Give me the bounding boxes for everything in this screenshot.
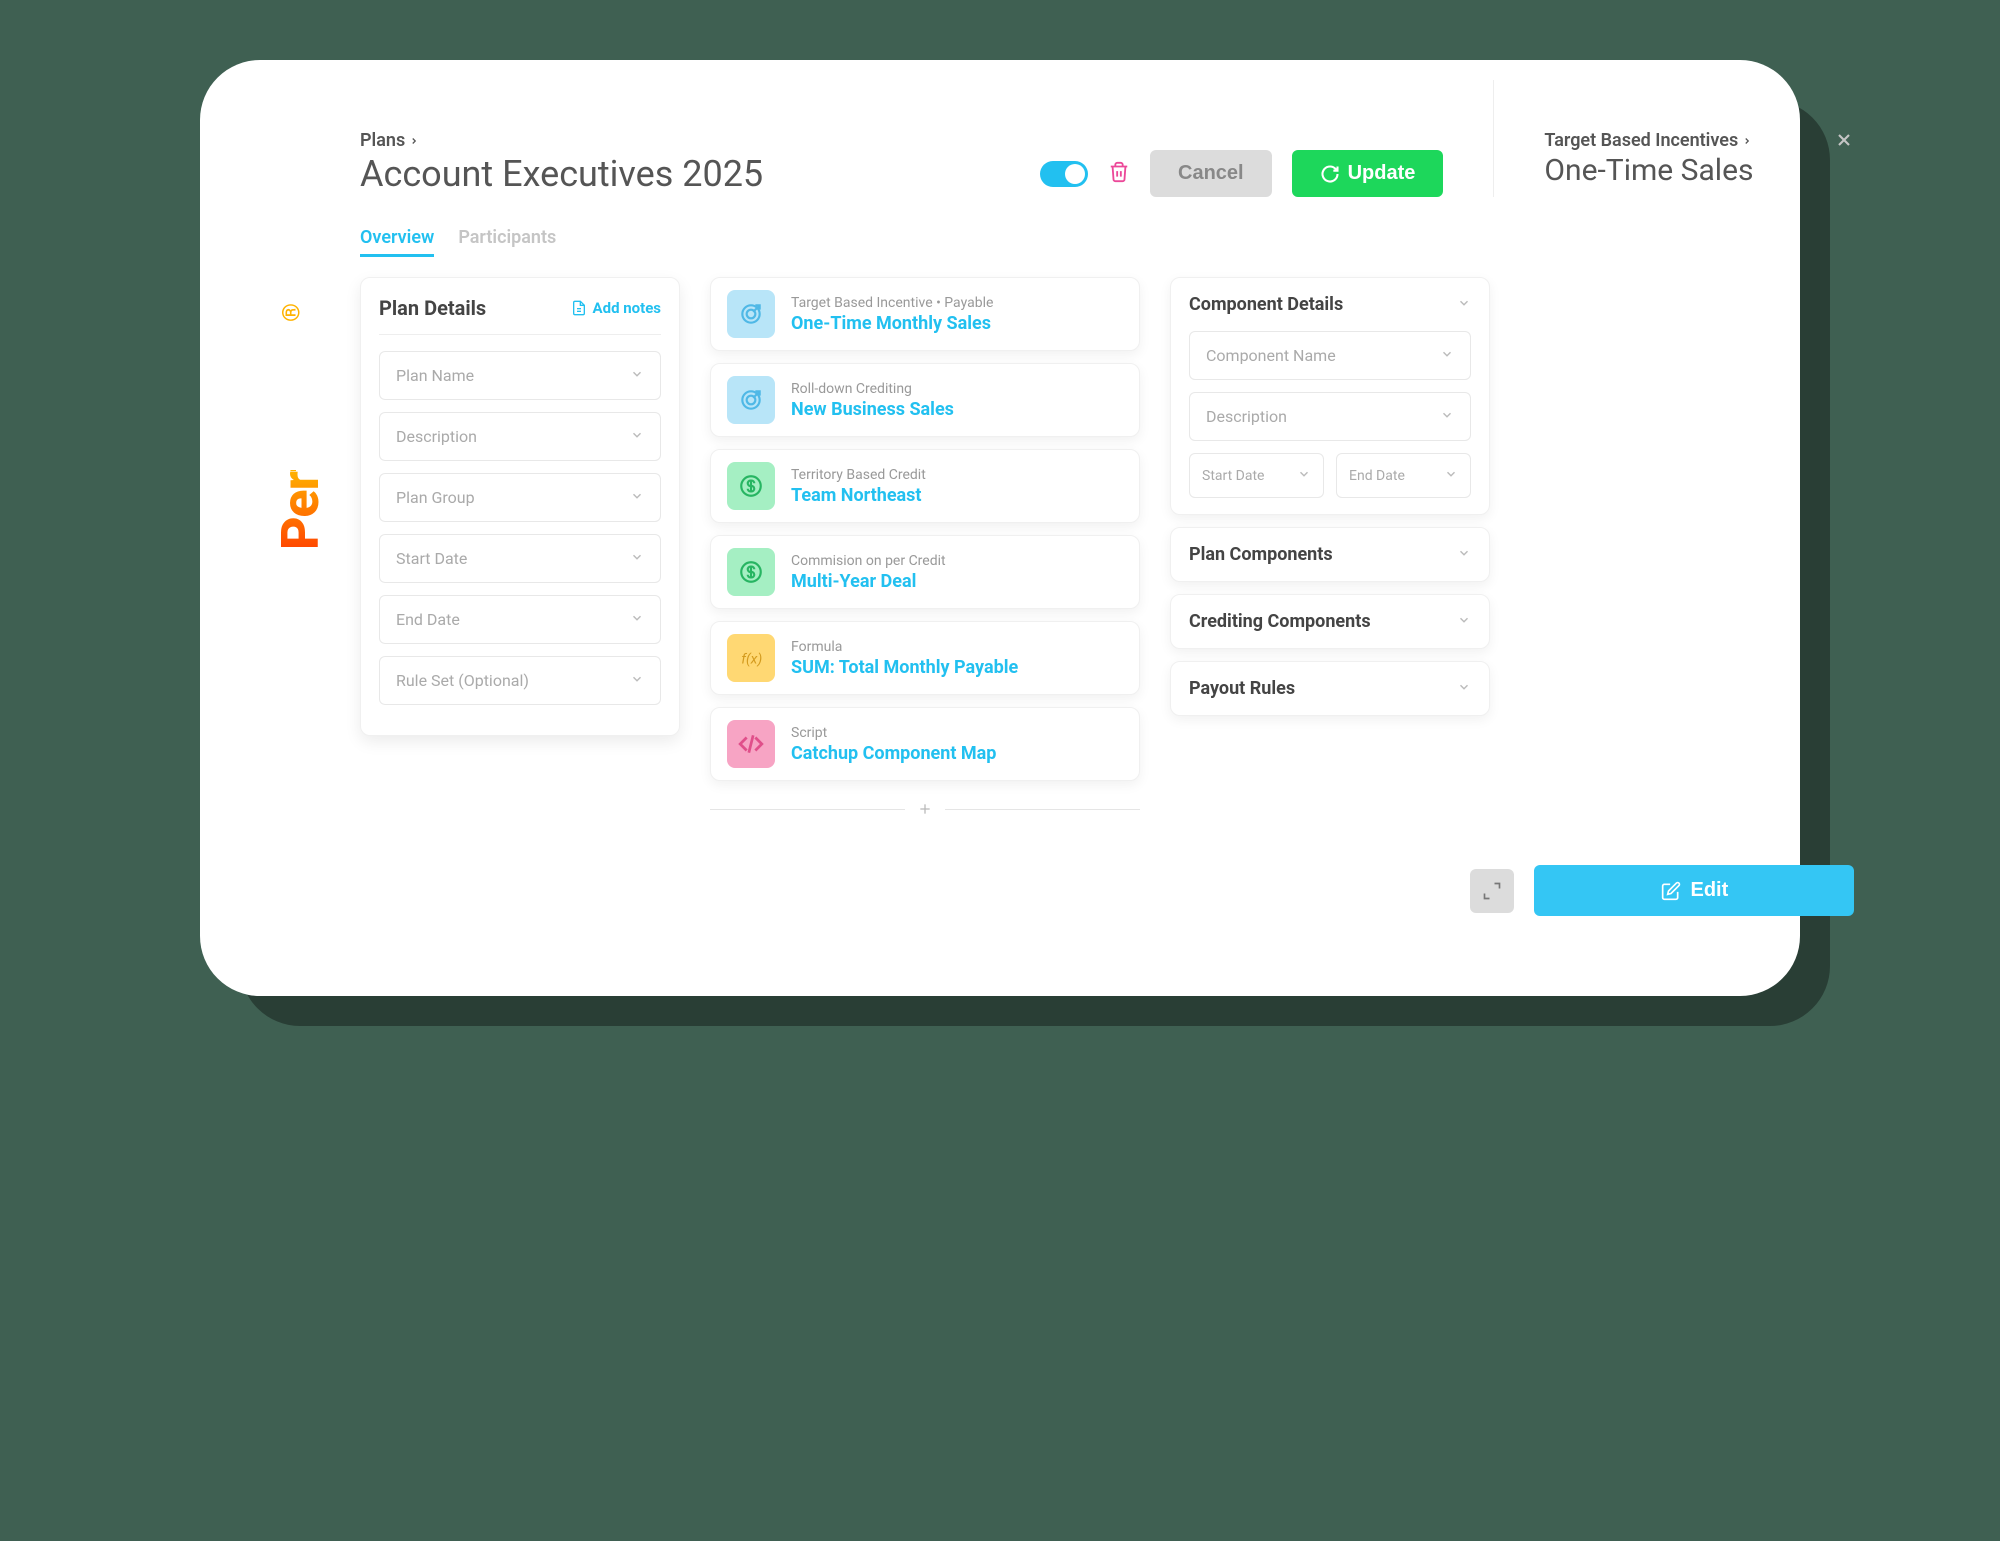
delete-button[interactable]: [1108, 161, 1130, 187]
chevron-down-icon: [1440, 347, 1454, 361]
edit-button[interactable]: Edit: [1534, 865, 1854, 916]
component-meta: Territory Based Credit: [791, 467, 926, 483]
edit-icon: [1661, 881, 1681, 901]
page-title: Account Executives 2025: [360, 153, 1000, 195]
field-label: Plan Name: [396, 366, 474, 385]
target-icon: [727, 376, 775, 424]
brand-logo: Performio®: [270, 470, 331, 550]
trash-icon: [1108, 161, 1130, 183]
cancel-button[interactable]: Cancel: [1150, 150, 1272, 197]
component-name: Team Northeast: [791, 485, 926, 506]
chevron-down-icon: [630, 428, 644, 442]
app-window: Performio® Plans Account Executives 2025: [200, 60, 1800, 996]
dollar-icon: [727, 548, 775, 596]
chevron-down-icon: [1444, 467, 1458, 481]
component-meta: Target Based Incentive • Payable: [791, 295, 993, 311]
tabs: Overview Participants: [360, 227, 1854, 257]
right-panel-title: One-Time Sales: [1544, 153, 1854, 188]
component-name: One-Time Monthly Sales: [791, 313, 993, 334]
chevron-down-icon: [1457, 546, 1471, 560]
code-icon: [727, 720, 775, 768]
crediting-components-section: Crediting Components: [1170, 594, 1490, 649]
expand-icon: [1482, 881, 1502, 901]
component-details-toggle[interactable]: Component Details: [1189, 294, 1471, 315]
add-notes-button[interactable]: Add notes: [571, 299, 661, 317]
tab-overview[interactable]: Overview: [360, 227, 434, 257]
active-toggle[interactable]: [1040, 161, 1088, 187]
plan-components-section: Plan Components: [1170, 527, 1490, 582]
plan-details-heading: Plan Details: [379, 296, 486, 320]
crediting-components-toggle[interactable]: Crediting Components: [1189, 611, 1471, 632]
component-meta: Roll-down Crediting: [791, 381, 954, 397]
end-date-field[interactable]: End Date: [1336, 453, 1471, 498]
plan-field[interactable]: Plan Name: [379, 351, 661, 400]
chevron-down-icon: [1457, 613, 1471, 627]
component-card[interactable]: f(x) Formula SUM: Total Monthly Payable: [710, 621, 1140, 695]
plan-field[interactable]: Description: [379, 412, 661, 461]
close-icon: [1834, 130, 1854, 150]
plan-details-card: Plan Details Add notes Plan Name Descript…: [360, 277, 680, 736]
chevron-down-icon: [1457, 296, 1471, 310]
field-label: Start Date: [396, 549, 467, 568]
add-component-button[interactable]: [710, 793, 1140, 825]
component-card[interactable]: Roll-down Crediting New Business Sales: [710, 363, 1140, 437]
chevron-down-icon: [630, 611, 644, 625]
component-card[interactable]: Commision on per Credit Multi-Year Deal: [710, 535, 1140, 609]
component-card[interactable]: Target Based Incentive • Payable One-Time…: [710, 277, 1140, 351]
payout-rules-toggle[interactable]: Payout Rules: [1189, 678, 1471, 699]
component-details-section: Component Details Component Name Descrip…: [1170, 277, 1490, 515]
component-name: New Business Sales: [791, 399, 954, 420]
field-label: Description: [396, 427, 477, 446]
component-meta: Commision on per Credit: [791, 553, 946, 569]
chevron-down-icon: [630, 550, 644, 564]
fx-icon: f(x): [727, 634, 775, 682]
component-name-field[interactable]: Component Name: [1189, 331, 1471, 380]
target-icon: [727, 290, 775, 338]
toggle-knob: [1065, 164, 1085, 184]
chevron-down-icon: [630, 489, 644, 503]
component-meta: Script: [791, 725, 996, 741]
component-description-field[interactable]: Description: [1189, 392, 1471, 441]
component-name: SUM: Total Monthly Payable: [791, 657, 1018, 678]
field-label: Rule Set (Optional): [396, 671, 529, 690]
svg-text:f(x): f(x): [741, 651, 762, 667]
chevron-right-icon: [1742, 136, 1752, 146]
component-meta: Formula: [791, 639, 1018, 655]
component-card[interactable]: Territory Based Credit Team Northeast: [710, 449, 1140, 523]
breadcrumb[interactable]: Plans: [360, 130, 1000, 151]
component-card[interactable]: Script Catchup Component Map: [710, 707, 1140, 781]
plus-icon: [917, 801, 933, 817]
chevron-down-icon: [1297, 467, 1311, 481]
field-label: Plan Group: [396, 488, 475, 507]
sidebar: Performio®: [280, 130, 360, 916]
tab-participants[interactable]: Participants: [458, 227, 556, 257]
start-date-field[interactable]: Start Date: [1189, 453, 1324, 498]
chevron-down-icon: [630, 672, 644, 686]
plan-field[interactable]: Start Date: [379, 534, 661, 583]
plan-field[interactable]: End Date: [379, 595, 661, 644]
plan-field[interactable]: Rule Set (Optional): [379, 656, 661, 705]
close-button[interactable]: [1834, 130, 1854, 154]
field-label: End Date: [396, 610, 460, 629]
payout-rules-section: Payout Rules: [1170, 661, 1490, 716]
chevron-down-icon: [630, 367, 644, 381]
dollar-icon: [727, 462, 775, 510]
plan-components-toggle[interactable]: Plan Components: [1189, 544, 1471, 565]
component-name: Catchup Component Map: [791, 743, 996, 764]
refresh-icon: [1320, 164, 1340, 184]
expand-button[interactable]: [1470, 869, 1514, 913]
chevron-down-icon: [1440, 408, 1454, 422]
divider: [1493, 80, 1494, 197]
note-icon: [571, 300, 587, 316]
right-breadcrumb[interactable]: Target Based Incentives: [1544, 130, 1854, 151]
component-name: Multi-Year Deal: [791, 571, 946, 592]
chevron-right-icon: [409, 136, 419, 146]
plan-field[interactable]: Plan Group: [379, 473, 661, 522]
update-button[interactable]: Update: [1292, 150, 1444, 197]
chevron-down-icon: [1457, 680, 1471, 694]
